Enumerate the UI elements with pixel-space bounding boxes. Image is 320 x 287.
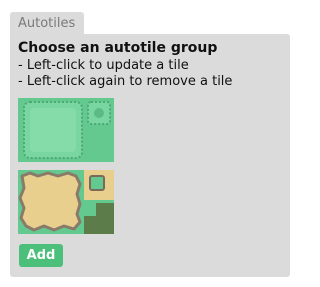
sand-autotile-dark-grass-bottom [84,216,114,234]
instruction-update: - Left-click to update a tile [18,58,189,73]
grass-autotile[interactable] [18,98,114,162]
sand-autotile-island [89,175,105,191]
sand-autotile-patch [18,171,82,232]
panel-title: Choose an autotile group [18,40,218,56]
tab-autotiles-label: Autotiles [18,16,76,31]
instruction-remove: - Left-click again to remove a tile [18,74,233,89]
sand-autotile[interactable] [18,170,114,234]
tab-autotiles[interactable]: Autotiles [10,12,84,35]
add-button[interactable]: Add [19,244,63,267]
autotiles-panel: Choose an autotile group - Left-click to… [10,34,290,277]
grass-autotile-dot [94,108,104,118]
grass-autotile-inner [30,108,76,152]
